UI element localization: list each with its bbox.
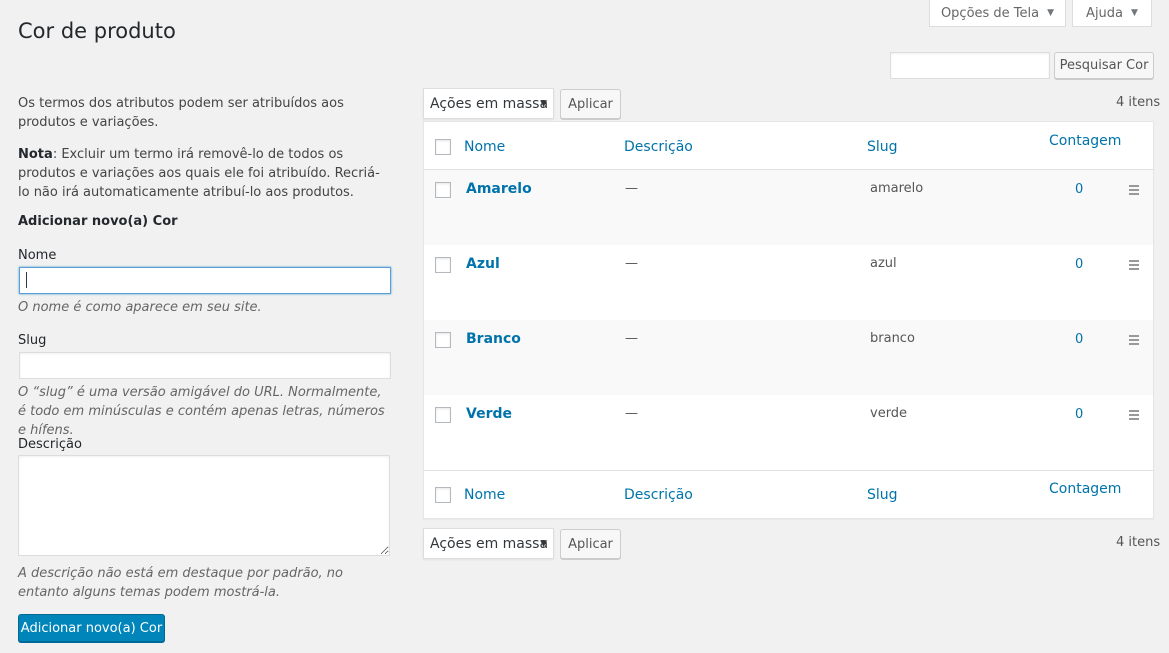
term-count-link[interactable]: 0 [1075, 407, 1083, 422]
name-field[interactable] [19, 267, 391, 294]
term-name-link[interactable]: Amarelo [466, 181, 532, 197]
terms-table: Nome Descrição Slug Contagem Amarelo — a… [423, 121, 1154, 519]
term-count-link[interactable]: 0 [1075, 257, 1083, 272]
term-name-link[interactable]: Azul [466, 256, 500, 272]
row-checkbox[interactable] [435, 407, 451, 423]
help-label: Ajuda [1086, 5, 1124, 21]
description-field[interactable] [18, 455, 390, 556]
column-slug-footer[interactable]: Slug [867, 487, 898, 503]
row-checkbox[interactable] [435, 182, 451, 198]
term-slug: azul [870, 256, 897, 271]
term-count-link[interactable]: 0 [1075, 332, 1083, 347]
select-all-checkbox-footer[interactable] [435, 487, 451, 503]
row-checkbox[interactable] [435, 332, 451, 348]
column-count-footer[interactable]: Contagem [1049, 481, 1121, 497]
term-description: — [625, 406, 638, 421]
bulk-actions-selected: Ações em massa [430, 535, 549, 552]
term-description: — [625, 256, 638, 271]
items-count-top: 4 itens [1116, 95, 1161, 110]
description-help: A descrição não está em destaque por pad… [18, 566, 343, 600]
caret-down-icon: ▼ [1047, 8, 1055, 18]
bulk-actions-selected: Ações em massa [430, 95, 549, 112]
term-slug: branco [870, 331, 915, 346]
column-slug-header[interactable]: Slug [867, 139, 898, 155]
term-slug: verde [870, 406, 908, 421]
caret-down-icon: ▼ [540, 98, 547, 109]
term-name-link[interactable]: Branco [466, 331, 521, 347]
column-description-header[interactable]: Descrição [624, 139, 693, 155]
apply-button-top[interactable]: Aplicar [560, 89, 621, 119]
slug-field[interactable] [19, 352, 391, 379]
column-description-footer[interactable]: Descrição [624, 487, 693, 503]
note-body: : Excluir um termo irá removê-lo de todo… [18, 147, 380, 200]
term-name-link[interactable]: Verde [466, 406, 512, 422]
slug-label: Slug [18, 333, 47, 348]
column-name-header[interactable]: Nome [464, 139, 505, 155]
caret-down-icon: ▼ [540, 538, 547, 549]
table-footer-row: Nome Descrição Slug Contagem [424, 471, 1153, 518]
help-tab[interactable]: Ajuda ▼ [1072, 0, 1152, 27]
text-cursor [26, 272, 27, 288]
name-label: Nome [18, 248, 57, 263]
column-count-header[interactable]: Contagem [1049, 133, 1121, 149]
term-count-link[interactable]: 0 [1075, 182, 1083, 197]
apply-button-bottom[interactable]: Aplicar [560, 529, 621, 559]
select-all-checkbox[interactable] [435, 139, 451, 155]
bulk-actions-select-bottom[interactable]: Ações em massa ▼ [423, 528, 554, 559]
name-help: O nome é como aparece em seu site. [18, 300, 262, 315]
table-header-row: Nome Descrição Slug Contagem [424, 122, 1153, 170]
term-slug: amarelo [870, 181, 924, 196]
add-term-heading: Adicionar novo(a) Cor [18, 214, 178, 229]
items-count-bottom: 4 itens [1116, 535, 1161, 550]
table-row: Azul — azul 0 [424, 245, 1153, 320]
column-name-footer[interactable]: Nome [464, 487, 505, 503]
page-title: Cor de produto [18, 19, 176, 43]
description-label: Descrição [18, 437, 82, 452]
term-description: — [625, 331, 638, 346]
table-row: Amarelo — amarelo 0 [424, 170, 1153, 245]
term-description: — [625, 181, 638, 196]
intro-text: Os termos dos atributos podem ser atribu… [18, 96, 344, 130]
drag-handle-icon[interactable] [1129, 410, 1139, 422]
drag-handle-icon[interactable] [1129, 335, 1139, 347]
note-text: Nota: Excluir um termo irá removê-lo de … [18, 145, 388, 202]
table-row: Verde — verde 0 [424, 395, 1153, 470]
screen-options-tab[interactable]: Opções de Tela ▼ [929, 0, 1066, 27]
search-button[interactable]: Pesquisar Cor [1054, 52, 1154, 79]
drag-handle-icon[interactable] [1129, 185, 1139, 197]
search-input[interactable] [890, 52, 1050, 79]
caret-down-icon: ▼ [1131, 8, 1138, 18]
row-checkbox[interactable] [435, 257, 451, 273]
note-label: Nota [18, 147, 53, 162]
slug-help: O “slug” é uma versão amigável do URL. N… [18, 385, 385, 438]
add-term-button[interactable]: Adicionar novo(a) Cor [18, 614, 165, 642]
table-row: Branco — branco 0 [424, 320, 1153, 395]
drag-handle-icon[interactable] [1129, 260, 1139, 272]
screen-options-label: Opções de Tela [940, 5, 1040, 21]
bulk-actions-select-top[interactable]: Ações em massa ▼ [423, 88, 554, 119]
